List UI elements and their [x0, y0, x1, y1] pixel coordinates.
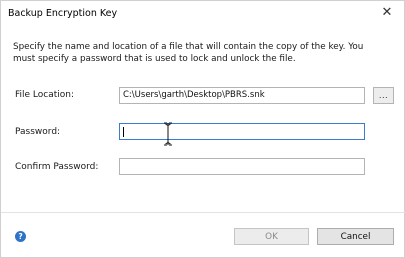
password-label: Password:	[15, 127, 61, 137]
confirm-password-field[interactable]	[119, 158, 365, 175]
text-cursor-icon	[164, 122, 172, 146]
description-line-1: Specify the name and location of a file …	[13, 42, 364, 52]
help-icon[interactable]: ?	[15, 231, 26, 242]
password-field[interactable]	[119, 123, 365, 140]
dialog-title: Backup Encryption Key	[8, 8, 118, 19]
file-location-field[interactable]: C:\Users\garth\Desktop\PBRS.snk	[119, 87, 365, 104]
close-icon[interactable]: ✕	[378, 3, 396, 21]
cancel-button[interactable]: Cancel	[317, 228, 394, 245]
dialog-description: Specify the name and location of a file …	[13, 41, 395, 65]
description-line-2: must specify a password that is used to …	[13, 54, 296, 64]
footer-divider	[1, 212, 405, 213]
file-location-label: File Location:	[15, 90, 75, 100]
browse-button[interactable]: ...	[373, 87, 394, 104]
backup-encryption-key-dialog: Backup Encryption Key ✕ Specify the name…	[0, 0, 405, 258]
text-caret	[123, 127, 124, 137]
confirm-password-label: Confirm Password:	[15, 162, 99, 172]
ok-button[interactable]: OK	[234, 228, 309, 245]
